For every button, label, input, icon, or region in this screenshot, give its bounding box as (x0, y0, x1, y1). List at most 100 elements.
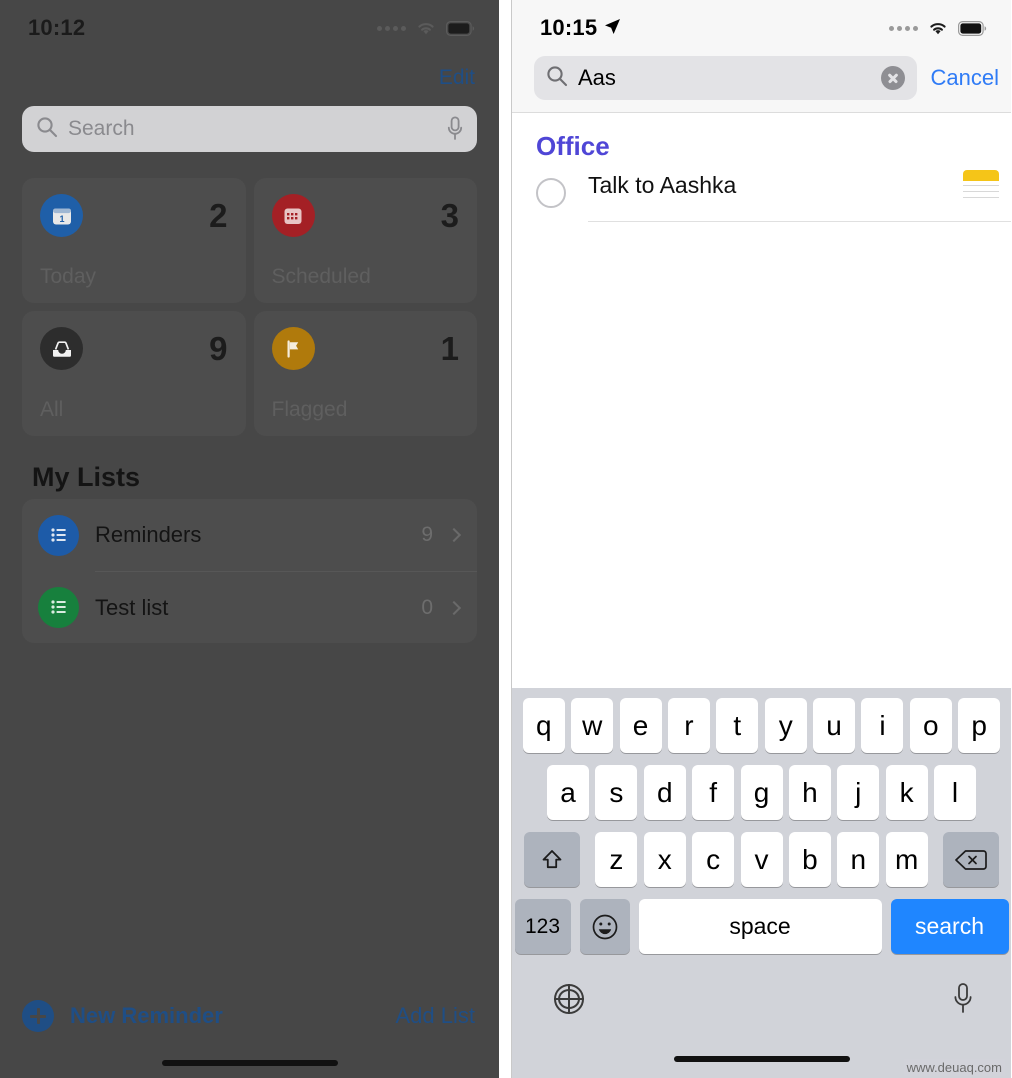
smart-card-count: 1 (440, 329, 459, 367)
new-reminder-button[interactable]: New Reminder (22, 1000, 223, 1032)
smart-card-flagged[interactable]: 1 Flagged (254, 311, 478, 436)
smart-card-count: 9 (209, 329, 228, 367)
keyboard-row-1: q w e r t y u i o p (512, 698, 1011, 753)
signal-dots-icon (377, 25, 406, 31)
key-o[interactable]: o (909, 698, 952, 753)
list-item-test-list[interactable]: Test list 0 (22, 571, 477, 643)
key-y[interactable]: y (764, 698, 807, 753)
add-list-button[interactable]: Add List (396, 1003, 476, 1029)
key-search[interactable]: search (890, 899, 1009, 954)
key-w[interactable]: w (571, 698, 614, 753)
onscreen-keyboard: q w e r t y u i o p a s d f g h j k l z … (512, 688, 1011, 1078)
list-bullet-icon (38, 586, 79, 628)
status-time-wrap: 10:15 (540, 15, 621, 41)
watermark: www.deuaq.com (903, 1059, 1005, 1076)
key-m[interactable]: m (885, 832, 928, 887)
smart-card-label: Flagged (271, 398, 348, 421)
reminders-search-panel: 10:15 Aas Cancel Office Talk to Aashka q… (511, 0, 1011, 1078)
key-z[interactable]: z (595, 832, 638, 887)
key-u[interactable]: u (813, 698, 856, 753)
key-b[interactable]: b (788, 832, 831, 887)
search-icon (36, 116, 58, 143)
keyboard-bottom-row (512, 966, 1011, 1016)
yellow-note-icon (963, 170, 999, 198)
key-v[interactable]: v (740, 832, 783, 887)
clear-circle-icon[interactable] (880, 66, 905, 90)
right-status-bar: 10:15 (512, 0, 1011, 56)
keyboard-row-3: z x c v b n m (512, 832, 1011, 887)
battery-icon (446, 20, 475, 36)
key-e[interactable]: e (619, 698, 662, 753)
list-item-label: Test list (95, 594, 169, 620)
key-x[interactable]: x (643, 832, 686, 887)
bottom-toolbar: New Reminder Add List (0, 988, 499, 1044)
key-l[interactable]: l (934, 765, 976, 820)
search-placeholder: Search (68, 117, 135, 140)
smart-card-label: All (40, 398, 64, 421)
left-status-bar: 10:12 (0, 0, 499, 56)
inbox-all-icon (40, 327, 83, 370)
key-h[interactable]: h (788, 765, 831, 820)
key-p[interactable]: p (958, 698, 1001, 753)
screenshot-stage: 10:12 Edit Search 1 2 Today 3 Scheduled … (0, 0, 1012, 1078)
key-c[interactable]: c (692, 832, 735, 887)
plus-circle-icon (22, 1000, 54, 1032)
key-d[interactable]: d (643, 765, 686, 820)
cancel-button[interactable]: Cancel (931, 65, 999, 91)
key-f[interactable]: f (692, 765, 735, 820)
search-input[interactable]: Search (22, 106, 477, 152)
key-g[interactable]: g (740, 765, 783, 820)
shift-up-arrow-icon[interactable] (524, 832, 581, 887)
key-s[interactable]: s (595, 765, 638, 820)
signal-dots-icon (889, 25, 918, 31)
microphone-icon[interactable] (447, 116, 463, 142)
result-group-title: Office (536, 131, 610, 161)
key-k[interactable]: k (885, 765, 928, 820)
chevron-right-icon (446, 600, 462, 615)
my-lists-card: Reminders 9 Test list 0 (22, 499, 477, 643)
result-title: Talk to Aashka (588, 172, 737, 198)
status-time: 10:15 (540, 15, 598, 40)
key-j[interactable]: j (837, 765, 880, 820)
key-numbers[interactable]: 123 (514, 899, 571, 954)
key-t[interactable]: t (716, 698, 759, 753)
list-item-reminders[interactable]: Reminders 9 (22, 499, 477, 571)
list-bullet-icon (38, 514, 79, 556)
key-a[interactable]: a (547, 765, 589, 820)
key-n[interactable]: n (837, 832, 880, 887)
keyboard-row-4: 123 space search (512, 899, 1011, 954)
key-space[interactable]: space (638, 899, 882, 954)
search-icon (546, 65, 568, 92)
edit-button[interactable]: Edit (439, 66, 475, 90)
smart-card-scheduled[interactable]: 3 Scheduled (254, 178, 478, 303)
microphone-icon[interactable] (953, 982, 973, 1016)
key-q[interactable]: q (522, 698, 565, 753)
search-input[interactable]: Aas (534, 56, 917, 100)
battery-icon (958, 20, 987, 36)
chevron-right-icon (446, 527, 462, 543)
result-row[interactable]: Talk to Aashka (512, 170, 1011, 222)
new-reminder-label: New Reminder (70, 1003, 223, 1028)
smart-card-label: Today (40, 265, 97, 288)
list-item-count: 0 (421, 595, 433, 619)
status-time: 10:12 (28, 15, 86, 40)
svg-text:1: 1 (59, 214, 64, 224)
search-query-text: Aas (578, 65, 616, 90)
smart-card-today[interactable]: 1 2 Today (22, 178, 246, 303)
calendar-today-icon: 1 (40, 194, 83, 237)
smart-card-label: Scheduled (271, 265, 371, 288)
emoji-smiley-icon[interactable] (579, 899, 630, 954)
smart-card-count: 3 (440, 196, 459, 234)
search-results: Office Talk to Aashka (512, 113, 1011, 222)
right-header: 10:15 Aas Cancel (512, 0, 1011, 113)
smart-card-all[interactable]: 9 All (22, 311, 246, 436)
backspace-delete-icon[interactable] (942, 832, 999, 887)
wifi-icon (927, 20, 949, 36)
unchecked-circle-icon[interactable] (536, 178, 566, 208)
key-i[interactable]: i (861, 698, 904, 753)
globe-language-icon[interactable] (554, 984, 584, 1014)
key-r[interactable]: r (667, 698, 710, 753)
status-indicators (377, 20, 475, 36)
edit-row: Edit (0, 56, 499, 100)
home-indicator (161, 1060, 338, 1066)
